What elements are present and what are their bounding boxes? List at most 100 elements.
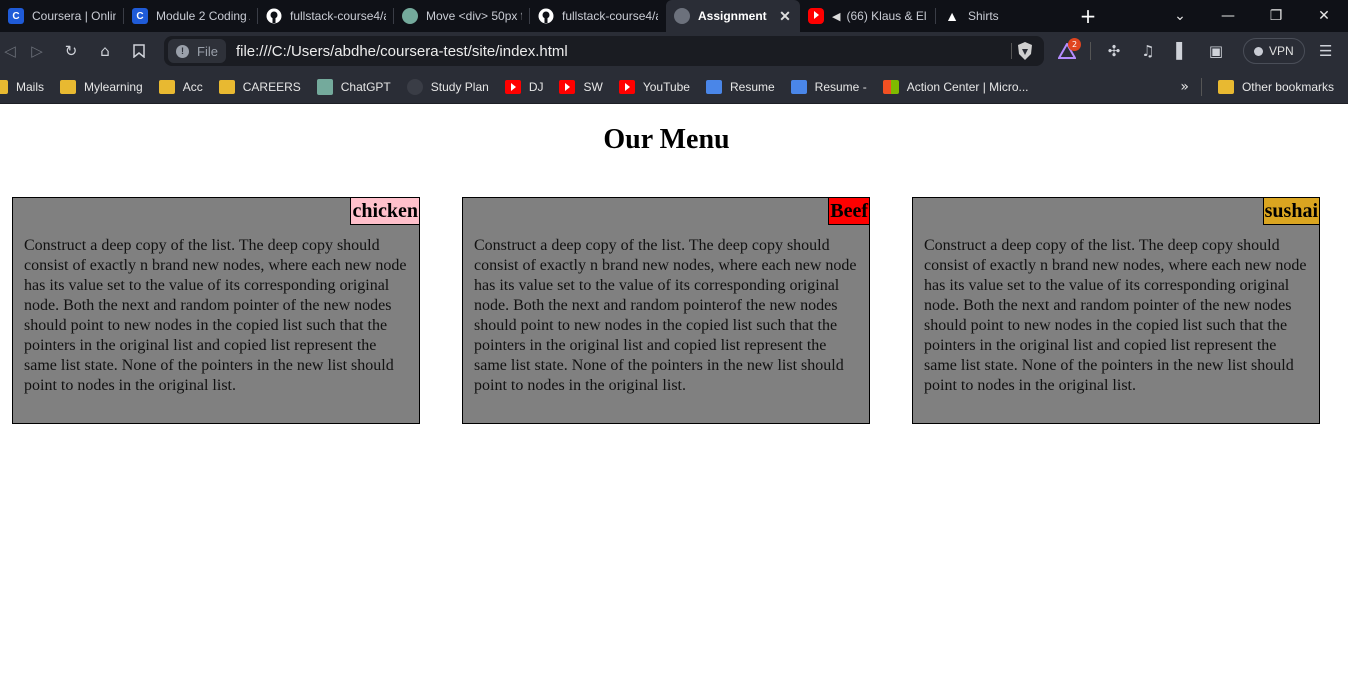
tab-move-div[interactable]: Move <div> 50px f [394, 0, 530, 32]
bookmarks-overflow-button[interactable]: » [1180, 79, 1189, 95]
globe-icon [674, 8, 690, 24]
tab-title: fullstack-course4/a [290, 9, 386, 23]
bookmark-label: Acc [182, 79, 203, 94]
youtube-icon [618, 79, 635, 94]
bookmark-label: Resume [729, 79, 775, 94]
tab-title: Module 2 Coding A [156, 9, 250, 23]
site-info-label: File [197, 43, 218, 59]
folder-icon [158, 79, 175, 94]
forward-icon[interactable]: ▷ [20, 36, 54, 66]
new-tab-button[interactable]: + [1070, 0, 1106, 32]
coursera-icon: C [132, 8, 148, 24]
bookmark-label: ChatGPT [340, 79, 391, 94]
folder-icon [1217, 80, 1234, 94]
chatgpt-icon [402, 8, 418, 24]
tab-github-2[interactable]: fullstack-course4/a [530, 0, 666, 32]
tab-title: Assignment [698, 9, 767, 23]
bookmark-acc[interactable]: Acc [151, 74, 211, 100]
tab-github-1[interactable]: fullstack-course4/a [258, 0, 394, 32]
bookmark-dj[interactable]: DJ [497, 74, 552, 100]
navigation-toolbar: ◁ ▷ ↻ ⌂ ! File file:///C:/Users/abdhe/co… [0, 32, 1348, 70]
vpn-label: VPN [1269, 44, 1294, 58]
card-text: Construct a deep copy of the list. The d… [474, 237, 857, 394]
site-info-chip[interactable]: ! File [168, 39, 226, 63]
url-text[interactable]: file:///C:/Users/abdhe/coursera-test/sit… [236, 43, 568, 60]
bookmark-chatgpt[interactable]: ChatGPT [309, 74, 399, 100]
page-title: Our Menu [603, 124, 730, 155]
card-title: sushai [1262, 198, 1319, 225]
media-icon[interactable]: ♫ [1131, 36, 1165, 66]
menu-card-chicken: chicken Construct a deep copy of the lis… [12, 197, 420, 424]
tab-coursera[interactable]: C Coursera | Online C [0, 0, 124, 32]
info-icon: ! [176, 44, 189, 58]
bookmarks-bar: Mails Mylearning Acc CAREERS ChatGPT Stu… [0, 70, 1348, 104]
toolbar-actions: 2 ✣ ♫ ▌ ▣ VPN ☰ [1050, 36, 1343, 66]
tab-search-icon[interactable]: ⌄ [1156, 0, 1204, 32]
other-bookmarks-label: Other bookmarks [1241, 80, 1334, 94]
docs-icon [705, 79, 722, 94]
github-icon [266, 8, 282, 24]
card-title: Beef [828, 198, 869, 225]
bookmark-resume-2[interactable]: Resume - [783, 74, 875, 100]
address-bar[interactable]: ! File file:///C:/Users/abdhe/coursera-t… [164, 36, 1044, 66]
close-window-button[interactable]: ✕ [1300, 0, 1348, 32]
tab-assignment[interactable]: Assignment ✕ [666, 0, 800, 32]
speaker-icon[interactable]: ◀ [832, 10, 840, 23]
tab-title: Shirts [968, 9, 999, 23]
tab-title: (66) Klaus & El [846, 9, 927, 23]
microsoft-icon [882, 79, 899, 94]
bookmark-label: CAREERS [242, 79, 301, 94]
bookmark-sw[interactable]: SW [551, 74, 610, 100]
brave-shields-icon[interactable] [1016, 41, 1034, 61]
vpn-button[interactable]: VPN [1243, 38, 1305, 64]
bookmarks-right: » Other bookmarks [1180, 70, 1348, 104]
bookmark-careers[interactable]: CAREERS [211, 74, 309, 100]
sidebar-icon[interactable]: ▌ [1165, 36, 1199, 66]
youtube-icon [559, 79, 576, 94]
restore-button[interactable]: ❐ [1252, 0, 1300, 32]
menu-icon[interactable]: ☰ [1309, 36, 1343, 66]
bookmark-label: Resume - [814, 79, 867, 94]
extensions-icon[interactable]: ✣ [1097, 36, 1131, 66]
tab-youtube[interactable]: ◀ (66) Klaus & El [800, 0, 936, 32]
chatgpt-icon [316, 78, 333, 95]
bookmark-action-center[interactable]: Action Center | Micro... [875, 74, 1037, 100]
bookmark-mylearning[interactable]: Mylearning [52, 74, 151, 100]
tab-shirts[interactable]: ▲ Shirts [936, 0, 1070, 32]
bookmark-label: Mylearning [84, 79, 143, 94]
menu-card-sushai: sushai Construct a deep copy of the list… [912, 197, 1320, 424]
close-tab-icon[interactable]: ✕ [778, 8, 792, 25]
bookmark-study-plan[interactable]: Study Plan [399, 74, 497, 100]
youtube-icon [808, 8, 824, 24]
tab-title: Coursera | Online C [32, 9, 116, 23]
bookmark-label: DJ [528, 79, 544, 94]
study-plan-icon [406, 78, 423, 95]
other-bookmarks[interactable]: Other bookmarks [1210, 74, 1348, 100]
bookmark-label: Study Plan [430, 79, 489, 94]
card-text: Construct a deep copy of the list. The d… [924, 237, 1307, 394]
bookmark-youtube[interactable]: YouTube [611, 74, 698, 100]
folder-icon [218, 79, 235, 94]
home-icon[interactable]: ⌂ [88, 36, 122, 66]
rewards-badge: 2 [1068, 38, 1081, 51]
bookmark-mails[interactable]: Mails [0, 74, 52, 100]
tab-module-2[interactable]: C Module 2 Coding A [124, 0, 258, 32]
docs-icon [790, 79, 807, 94]
tab-title: fullstack-course4/a [562, 9, 658, 23]
tab-title: Move <div> 50px f [426, 9, 522, 23]
tab-strip: C Coursera | Online C C Module 2 Coding … [0, 0, 1348, 32]
bookmark-label: Mails [16, 79, 45, 94]
minimize-button[interactable]: — [1204, 0, 1252, 32]
bookmark-icon[interactable] [122, 36, 156, 66]
folder-icon [0, 79, 8, 94]
bookmark-resume[interactable]: Resume [698, 74, 783, 100]
github-icon [538, 8, 554, 24]
rewards-icon[interactable]: 2 [1050, 36, 1084, 66]
reload-icon[interactable]: ↻ [54, 36, 88, 66]
vpn-status-icon [1254, 46, 1263, 56]
wallet-icon[interactable]: ▣ [1199, 36, 1233, 66]
bookmark-label: Action Center | Micro... [906, 79, 1029, 94]
back-icon[interactable]: ◁ [0, 36, 20, 66]
card-text: Construct a deep copy of the list. The d… [24, 237, 407, 394]
bookmark-label: SW [583, 79, 603, 94]
